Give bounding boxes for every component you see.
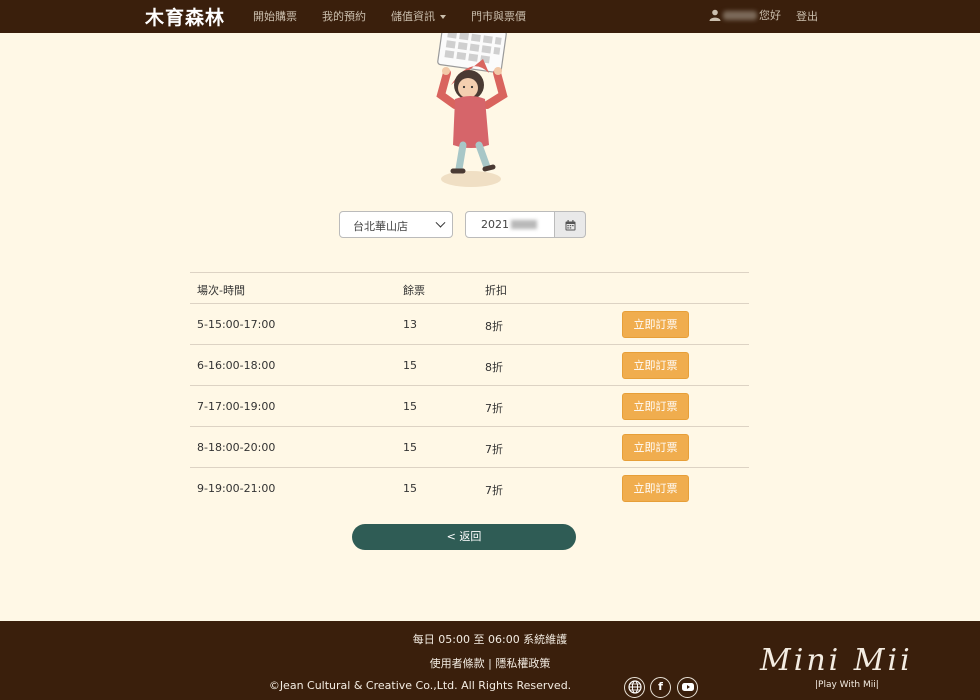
calendar-icon — [565, 220, 576, 231]
table-row: 9-19:00-21:00 15 7折 立即訂票 — [190, 467, 749, 508]
nav-my-bookings[interactable]: 我的預約 — [322, 8, 366, 24]
table-row: 8-18:00-20:00 15 7折 立即訂票 — [190, 426, 749, 467]
footer-separator: | — [488, 657, 492, 670]
username-redacted — [723, 11, 757, 20]
facebook-icon[interactable]: f — [650, 677, 671, 698]
session-time: 6-16:00-18:00 — [197, 359, 276, 372]
globe-icon[interactable] — [624, 677, 645, 698]
youtube-icon[interactable] — [677, 677, 698, 698]
discount: 7折 — [485, 443, 503, 456]
back-button[interactable]: < 返回 — [352, 524, 576, 550]
nav-stores-prices[interactable]: 門市與票價 — [471, 8, 526, 24]
user-greeting[interactable]: 您好 — [709, 7, 781, 23]
header-session: 場次-時間 — [197, 284, 245, 297]
session-time: 7-17:00-19:00 — [197, 400, 276, 413]
session-time: 8-18:00-20:00 — [197, 441, 276, 454]
discount: 8折 — [485, 320, 503, 333]
brand-logo[interactable]: 木育森林 — [145, 3, 225, 30]
mascot-illustration — [436, 33, 508, 187]
remaining-tickets: 15 — [403, 400, 417, 413]
store-select[interactable]: 台北華山店 — [339, 211, 453, 238]
chevron-down-icon — [435, 217, 446, 228]
terms-link[interactable]: 使用者條款 — [430, 657, 485, 670]
book-now-button[interactable]: 立即訂票 — [622, 311, 689, 338]
mini-mii-logo: Mini Mii — [760, 643, 913, 678]
greeting-text: 您好 — [759, 9, 781, 22]
remaining-tickets: 15 — [403, 482, 417, 495]
table-row: 7-17:00-19:00 15 7折 立即訂票 — [190, 385, 749, 426]
date-input[interactable]: 2021 — [465, 211, 555, 238]
header-remaining: 餘票 — [403, 284, 425, 297]
calendar-button[interactable] — [554, 211, 586, 238]
table-header-row: 場次-時間 餘票 折扣 — [190, 272, 749, 303]
date-picker: 2021 — [465, 211, 586, 238]
user-icon — [709, 9, 721, 21]
session-time: 5-15:00-17:00 — [197, 318, 276, 331]
table-row: 5-15:00-17:00 13 8折 立即訂票 — [190, 303, 749, 344]
top-navbar: 木育森林 開始購票 我的預約 儲值資訊 門市與票價 您好 登出 — [0, 0, 980, 33]
nav-start-booking[interactable]: 開始購票 — [253, 8, 297, 24]
date-input-value: 2021 — [481, 218, 509, 231]
table-row: 6-16:00-18:00 15 8折 立即訂票 — [190, 344, 749, 385]
store-select-value: 台北華山店 — [353, 220, 408, 233]
nav-stored-value[interactable]: 儲值資訊 — [391, 8, 446, 24]
chevron-down-icon — [440, 15, 446, 19]
book-now-button[interactable]: 立即訂票 — [622, 393, 689, 420]
book-now-button[interactable]: 立即訂票 — [622, 434, 689, 461]
remaining-tickets: 15 — [403, 441, 417, 454]
header-discount: 折扣 — [485, 284, 507, 297]
remaining-tickets: 15 — [403, 359, 417, 372]
session-time: 9-19:00-21:00 — [197, 482, 276, 495]
footer: 每日 05:00 至 06:00 系統維護 使用者條款 | 隱私權政策 ©Jea… — [0, 621, 980, 700]
book-now-button[interactable]: 立即訂票 — [622, 352, 689, 379]
nav-stored-value-label: 儲值資訊 — [391, 10, 435, 23]
discount: 7折 — [485, 484, 503, 497]
remaining-tickets: 13 — [403, 318, 417, 331]
discount: 8折 — [485, 361, 503, 374]
mini-mii-tagline: |Play With Mii| — [815, 680, 879, 690]
date-redacted — [511, 220, 537, 229]
privacy-link[interactable]: 隱私權政策 — [495, 657, 550, 670]
book-now-button[interactable]: 立即訂票 — [622, 475, 689, 502]
logout-link[interactable]: 登出 — [796, 8, 818, 24]
sessions-table: 場次-時間 餘票 折扣 5-15:00-17:00 13 8折 立即訂票 6-1… — [190, 272, 749, 508]
discount: 7折 — [485, 402, 503, 415]
copyright: ©Jean Cultural & Creative Co.,Ltd. All R… — [268, 679, 572, 692]
